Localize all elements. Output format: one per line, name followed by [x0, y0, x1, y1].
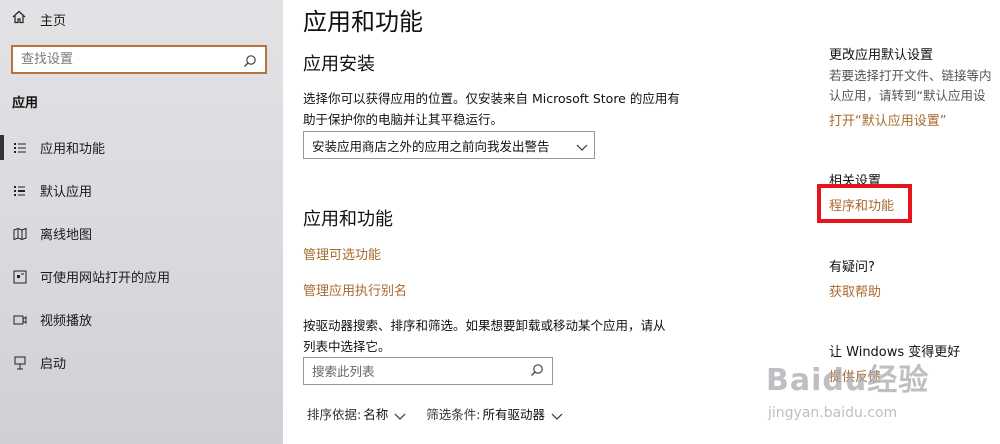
app-list-search-box[interactable]	[303, 357, 553, 385]
default-apps-icon	[12, 183, 28, 199]
sidebar-item-apps-features[interactable]: 应用和功能	[0, 126, 283, 169]
sort-value: 名称	[363, 407, 389, 422]
change-defaults-text-line: 若要选择打开文件、链接等内	[829, 68, 992, 83]
sidebar-item-label: 启动	[40, 357, 67, 372]
sidebar-item-startup[interactable]: 启动	[0, 341, 283, 384]
highlight-annotation-box	[817, 184, 912, 223]
sidebar-section-label: 应用	[12, 96, 39, 111]
filter-by-dropdown[interactable]: 筛选条件: 所有驱动器	[426, 404, 563, 423]
sort-by-dropdown[interactable]: 排序依据: 名称	[307, 404, 406, 423]
sidebar: 主页 应用 应用和功能 默认应用 离线地图	[0, 0, 283, 444]
map-icon	[12, 226, 28, 242]
install-heading: 应用安装	[303, 54, 375, 75]
filter-label: 筛选条件:	[426, 407, 481, 422]
sidebar-item-label: 视频播放	[40, 314, 93, 329]
sidebar-item-apps-for-websites[interactable]: 可使用网站打开的应用	[0, 255, 283, 298]
settings-search-input[interactable]	[21, 52, 243, 67]
settings-search-box[interactable]	[11, 45, 267, 74]
sidebar-item-default-apps[interactable]: 默认应用	[0, 169, 283, 212]
sort-label: 排序依据:	[307, 407, 362, 422]
chevron-down-icon	[551, 409, 563, 420]
change-defaults-text: 若要选择打开文件、链接等内 认应用，请转到“默认应用设	[829, 66, 1000, 106]
home-icon	[12, 10, 30, 28]
search-description-line: 列表中选择它。	[303, 339, 391, 354]
install-description-line: 选择你可以获得应用的位置。仅安装来自 Microsoft Store 的应用有	[303, 91, 680, 106]
watermark-url: jingyan.baidu.com	[768, 405, 898, 421]
sidebar-nav: 应用和功能 默认应用 离线地图 可使用网站打开的应用 视频播放 启动	[0, 126, 283, 384]
website-app-icon	[12, 269, 28, 285]
chevron-down-icon	[576, 140, 588, 151]
sidebar-item-label: 可使用网站打开的应用	[40, 271, 171, 286]
search-icon[interactable]	[243, 53, 257, 67]
install-source-value: 安装应用商店之外的应用之前向我发出警告	[312, 138, 550, 154]
startup-icon	[12, 355, 28, 371]
manage-app-aliases-link[interactable]: 管理应用执行别名	[303, 280, 407, 299]
watermark: Baidu经验 jingyan.baidu.com	[760, 355, 1000, 444]
list-icon	[12, 140, 28, 156]
sidebar-item-offline-maps[interactable]: 离线地图	[0, 212, 283, 255]
search-icon[interactable]	[530, 362, 544, 381]
video-icon	[12, 312, 28, 328]
change-defaults-text-line: 认应用，请转到“默认应用设	[829, 88, 986, 103]
manage-optional-features-link[interactable]: 管理可选功能	[303, 244, 381, 263]
filter-value: 所有驱动器	[482, 407, 545, 422]
install-description: 选择你可以获得应用的位置。仅安装来自 Microsoft Store 的应用有 …	[303, 88, 680, 130]
question-title: 有疑问?	[829, 260, 875, 275]
page-title: 应用和功能	[303, 8, 423, 36]
install-source-dropdown[interactable]: 安装应用商店之外的应用之前向我发出警告	[303, 131, 595, 159]
sidebar-item-label: 默认应用	[40, 185, 93, 200]
install-description-line: 助于保护你的电脑并让其平稳运行。	[303, 112, 504, 127]
sidebar-item-label: 应用和功能	[40, 142, 106, 157]
open-default-apps-link[interactable]: 打开“默认应用设置”	[829, 110, 946, 129]
home-label: 主页	[40, 13, 67, 29]
home-nav-item[interactable]: 主页	[12, 8, 66, 30]
apps-features-heading: 应用和功能	[303, 209, 393, 230]
sidebar-item-video-playback[interactable]: 视频播放	[0, 298, 283, 341]
sort-filter-row: 排序依据: 名称 筛选条件: 所有驱动器	[307, 404, 583, 423]
watermark-logo: Baidu经验	[766, 363, 930, 398]
get-help-link[interactable]: 获取帮助	[829, 281, 881, 300]
search-description-line: 按驱动器搜索、排序和筛选。如果想要卸载或移动某个应用，请从	[303, 318, 666, 333]
app-list-search-input[interactable]	[312, 363, 530, 379]
change-defaults-title: 更改应用默认设置	[829, 48, 934, 63]
search-description: 按驱动器搜索、排序和筛选。如果想要卸载或移动某个应用，请从 列表中选择它。	[303, 315, 666, 357]
sidebar-item-label: 离线地图	[40, 228, 93, 243]
chevron-down-icon	[394, 409, 406, 420]
